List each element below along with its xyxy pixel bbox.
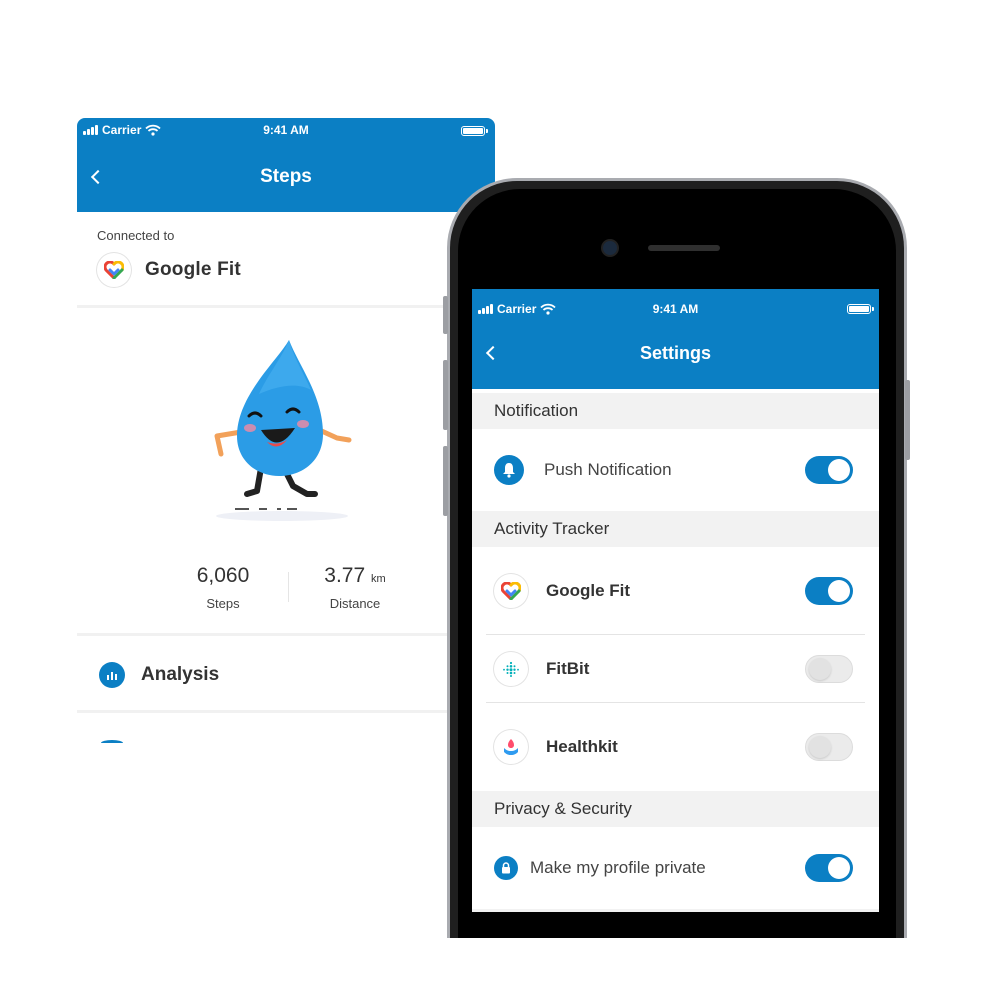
- steps-screen: Carrier 9:41 AM Steps Connected to Googl…: [77, 118, 495, 758]
- settings-header: Carrier 9:41 AM Settings: [472, 289, 879, 389]
- status-time: 9:41 AM: [652, 302, 699, 316]
- push-notification-row[interactable]: Push Notification: [472, 429, 879, 511]
- private-profile-label: Make my profile private: [530, 858, 706, 877]
- distance-stat: 3.77 km Distance: [305, 564, 405, 611]
- section-header-privacy: Privacy & Security: [472, 791, 879, 827]
- back-chevron-icon[interactable]: [90, 169, 106, 185]
- connected-app-name: Google Fit: [145, 259, 241, 280]
- battery-icon: [461, 126, 488, 136]
- status-bar: Carrier 9:41 AM: [472, 289, 879, 329]
- earpiece-speaker: [648, 245, 720, 251]
- settings-navbar: Settings: [472, 329, 879, 377]
- analysis-row[interactable]: Analysis: [99, 662, 219, 688]
- tracker-label: Google Fit: [546, 581, 631, 600]
- steps-navbar: Steps: [77, 142, 495, 212]
- water-drop-mascot-icon: [214, 340, 352, 521]
- section-header-notification: Notification: [472, 393, 879, 429]
- mute-switch: [443, 296, 448, 334]
- page-title: Steps: [260, 166, 312, 187]
- page-title: Settings: [639, 342, 711, 363]
- distance-unit: km: [371, 573, 386, 585]
- healthkit-icon: [494, 730, 528, 764]
- steps-stat: 6,060 Steps: [177, 564, 269, 611]
- connected-section: Connected to Google Fit: [77, 212, 495, 308]
- bell-icon: [494, 455, 524, 485]
- steps-label: Steps: [206, 596, 240, 611]
- push-notification-toggle[interactable]: [805, 456, 853, 484]
- carrier-label: Carrier: [497, 302, 537, 316]
- back-chevron-icon[interactable]: [485, 345, 501, 361]
- signal-icon: [478, 304, 493, 314]
- lock-icon: [494, 856, 518, 880]
- tracker-row-google-fit[interactable]: Google Fit: [472, 547, 879, 635]
- healthkit-toggle[interactable]: [805, 733, 853, 761]
- distance-value: 3.77: [324, 564, 366, 587]
- volume-down-button: [443, 446, 448, 516]
- volume-up-button: [443, 360, 448, 430]
- distance-label: Distance: [329, 596, 381, 611]
- fitbit-toggle[interactable]: [805, 655, 853, 683]
- partial-icon: [101, 740, 123, 746]
- analysis-label: Analysis: [141, 664, 220, 685]
- steps-value: 6,060: [196, 564, 250, 587]
- connected-label: Connected to: [97, 228, 175, 243]
- tracker-label: FitBit: [546, 659, 590, 678]
- status-bar: Carrier 9:41 AM: [77, 118, 495, 142]
- power-button: [905, 380, 910, 460]
- carrier-label: Carrier: [102, 123, 142, 137]
- settings-screen: Carrier 9:41 AM Settings Notification Pu…: [472, 289, 879, 912]
- tracker-label: Healthkit: [546, 737, 618, 756]
- fitbit-icon: [494, 652, 528, 686]
- tracker-row-fitbit[interactable]: FitBit: [472, 635, 879, 703]
- battery-icon: [847, 304, 874, 314]
- status-time: 9:41 AM: [263, 123, 309, 137]
- divider: [77, 633, 495, 636]
- stats-divider: [288, 572, 289, 602]
- wifi-icon: [540, 303, 556, 315]
- tracker-row-healthkit[interactable]: Healthkit: [472, 703, 879, 791]
- section-header-activity-tracker: Activity Tracker: [472, 511, 879, 547]
- stage: Carrier 9:41 AM Steps Connected to Googl…: [0, 0, 1000, 1000]
- google-fit-toggle[interactable]: [805, 577, 853, 605]
- google-fit-icon: [97, 253, 131, 287]
- divider: [77, 710, 495, 713]
- wifi-icon: [145, 124, 161, 136]
- private-profile-toggle[interactable]: [805, 854, 853, 882]
- steps-stats: 6,060 Steps 3.77 km Distance: [177, 558, 417, 618]
- analysis-chart-icon: [99, 662, 125, 688]
- private-profile-row[interactable]: Make my profile private: [472, 827, 879, 909]
- push-notification-label: Push Notification: [544, 460, 672, 479]
- google-fit-icon: [494, 574, 528, 608]
- section-footer: [472, 909, 879, 912]
- steps-header: Carrier 9:41 AM Steps: [77, 118, 495, 212]
- front-camera-icon: [603, 241, 617, 255]
- signal-icon: [83, 125, 98, 135]
